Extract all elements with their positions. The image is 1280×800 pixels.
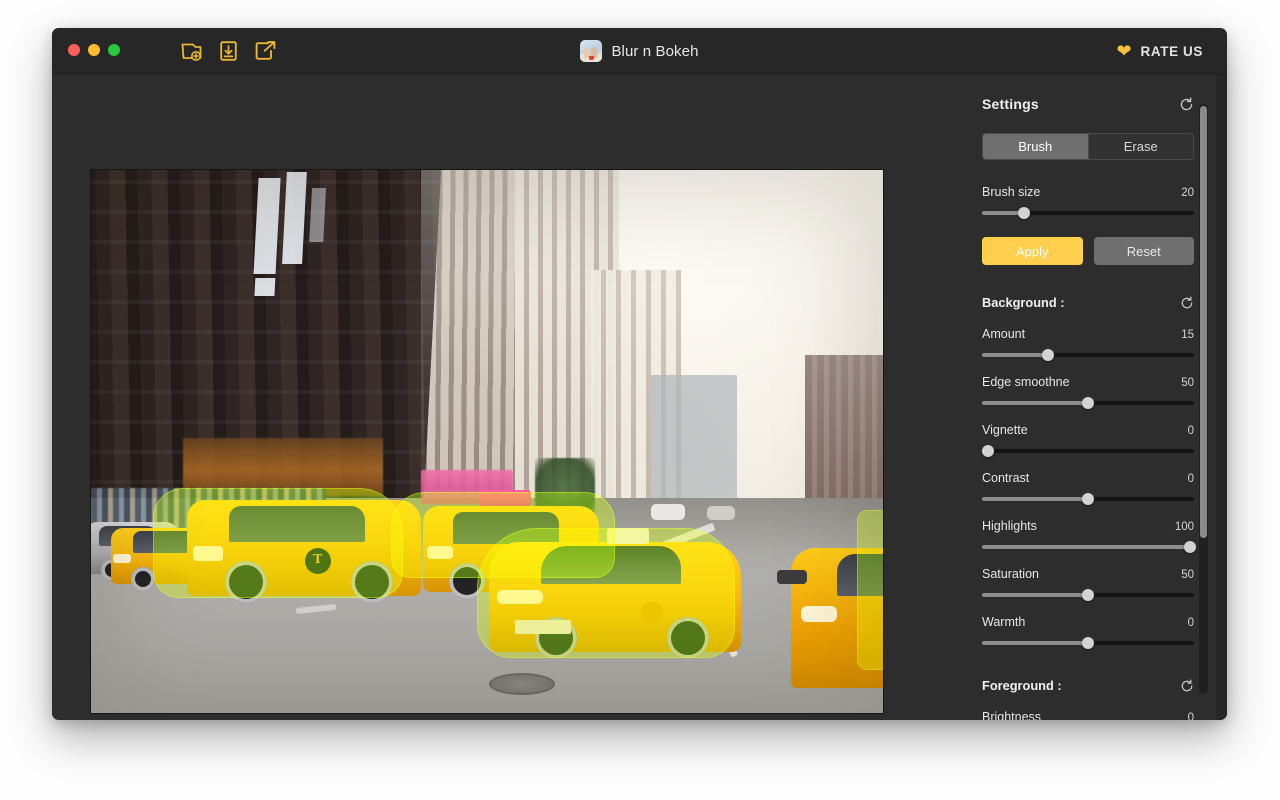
slider-background-amount: Amount 15 <box>982 327 1194 361</box>
settings-scrollbar-track[interactable] <box>1199 104 1208 694</box>
rate-us-button[interactable]: ❤ RATE US <box>1116 28 1203 74</box>
tool-rail <box>1216 74 1227 720</box>
selection-mask-sedan <box>477 528 735 658</box>
settings-refresh-icon[interactable] <box>1179 97 1194 112</box>
brush-size-value: 20 <box>1181 187 1194 199</box>
slider-control[interactable] <box>982 397 1194 409</box>
foreground-sliders: Brightness 0 <box>982 710 1194 720</box>
app-body: T T <box>52 74 1227 720</box>
slider-background-contrast: Contrast 0 <box>982 471 1194 505</box>
app-title: Blur n Bokeh <box>611 43 698 60</box>
settings-header: Settings <box>982 96 1194 112</box>
slider-control[interactable] <box>982 637 1194 649</box>
slider-background-warmth: Warmth 0 <box>982 615 1194 649</box>
slider-value: 50 <box>1181 569 1194 581</box>
heart-icon: ❤ <box>1116 42 1131 60</box>
close-button[interactable] <box>68 44 80 56</box>
foreground-refresh-icon[interactable] <box>1180 679 1194 693</box>
add-photo-icon[interactable] <box>178 38 204 64</box>
foreground-section-header: Foreground : <box>982 678 1194 693</box>
app-thumbnail-icon <box>580 40 602 62</box>
slider-background-highlights: Highlights 100 <box>982 519 1194 553</box>
slider-value: 100 <box>1175 521 1194 533</box>
slider-foreground-brightness: Brightness 0 <box>982 710 1194 720</box>
share-icon[interactable] <box>252 38 278 64</box>
slider-brush-size: Brush size 20 <box>982 185 1194 219</box>
action-buttons: Apply Reset <box>982 237 1194 265</box>
brush-size-label: Brush size <box>982 185 1040 199</box>
title-bar: Blur n Bokeh ❤ RATE US <box>52 28 1227 74</box>
brush-size-slider[interactable] <box>982 207 1194 219</box>
slider-label: Vignette <box>982 423 1028 437</box>
slider-value: 0 <box>1188 473 1194 485</box>
slider-control[interactable] <box>982 541 1194 553</box>
settings-scrollbar-thumb[interactable] <box>1200 106 1207 538</box>
slider-value: 15 <box>1181 329 1194 341</box>
app-window: Blur n Bokeh ❤ RATE US <box>52 28 1227 720</box>
maximize-button[interactable] <box>108 44 120 56</box>
slider-control[interactable] <box>982 493 1194 505</box>
background-section-header: Background : <box>982 295 1194 310</box>
slider-value: 0 <box>1188 712 1194 720</box>
window-controls <box>68 44 120 56</box>
slider-label: Saturation <box>982 567 1039 581</box>
foreground-title: Foreground : <box>982 678 1062 693</box>
settings-title: Settings <box>982 96 1039 112</box>
settings-content: Settings Brush Erase Brush size 2 <box>963 74 1216 720</box>
car-distant-2 <box>707 506 735 520</box>
tab-erase[interactable]: Erase <box>1088 134 1194 159</box>
slider-label: Edge smoothne <box>982 375 1070 389</box>
slider-label: Warmth <box>982 615 1025 629</box>
manhole-cover <box>489 673 555 695</box>
slider-control[interactable] <box>982 445 1194 457</box>
background-sliders: Amount15Edge smoothne50Vignette0Contrast… <box>982 327 1194 649</box>
minimize-button[interactable] <box>88 44 100 56</box>
slider-control[interactable] <box>982 349 1194 361</box>
slider-label: Brightness <box>982 710 1041 720</box>
slider-background-saturation: Saturation 50 <box>982 567 1194 601</box>
slider-label: Amount <box>982 327 1025 341</box>
slider-value: 0 <box>1188 617 1194 629</box>
selection-mask-suv-1 <box>153 488 403 598</box>
slider-control[interactable] <box>982 589 1194 601</box>
canvas-area: T T <box>52 74 963 720</box>
car-distant-1 <box>651 504 685 520</box>
selection-mask-right-taxi <box>857 510 883 670</box>
slider-value: 50 <box>1181 377 1194 389</box>
save-icon[interactable] <box>215 38 241 64</box>
slider-background-vignette: Vignette 0 <box>982 423 1194 457</box>
background-title: Background : <box>982 295 1064 310</box>
slider-background-edge-smoothne: Edge smoothne 50 <box>982 375 1194 409</box>
apply-button[interactable]: Apply <box>982 237 1083 265</box>
tab-brush[interactable]: Brush <box>983 134 1088 159</box>
settings-panel: Settings Brush Erase Brush size 2 <box>963 74 1216 720</box>
slider-value: 0 <box>1188 425 1194 437</box>
rate-us-label: RATE US <box>1141 44 1203 59</box>
background-refresh-icon[interactable] <box>1180 296 1194 310</box>
titlebar-tools <box>178 38 278 64</box>
mode-tabs: Brush Erase <box>982 133 1194 160</box>
screen-root: Blur n Bokeh ❤ RATE US <box>0 0 1280 800</box>
slider-label: Highlights <box>982 519 1037 533</box>
slider-label: Contrast <box>982 471 1029 485</box>
photo-canvas[interactable]: T T <box>91 170 883 713</box>
reset-button[interactable]: Reset <box>1094 237 1195 265</box>
